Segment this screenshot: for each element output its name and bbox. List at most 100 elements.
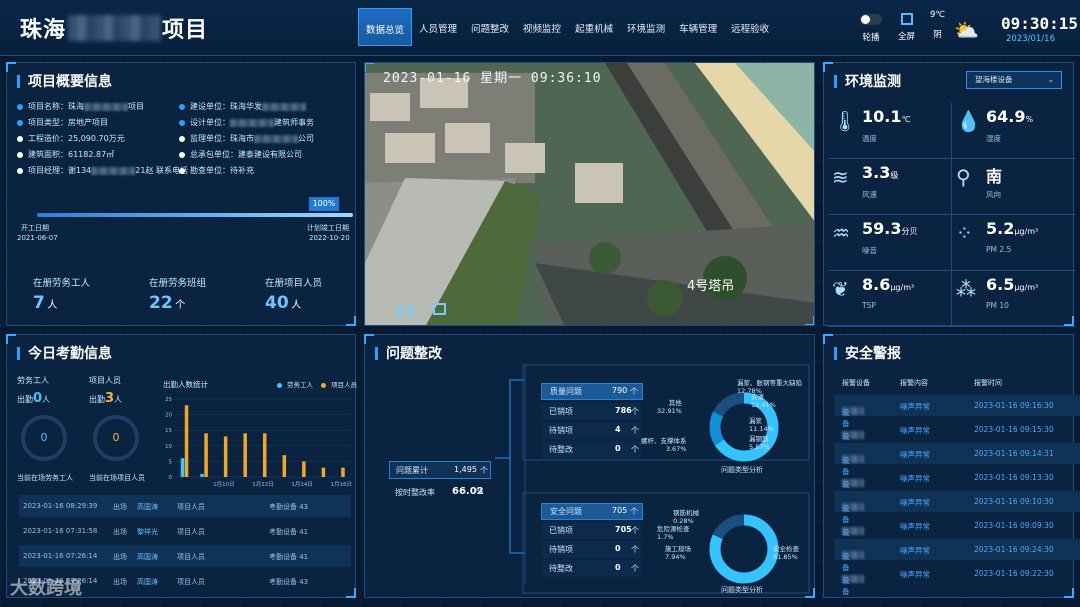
x-tick-label: 1月10日 — [213, 481, 235, 488]
wind-direction-icon: ⚲ — [956, 165, 971, 189]
panel-title: 环境监测 — [845, 74, 901, 90]
y-tick-label: 5 — [169, 459, 173, 465]
carousel-toggle[interactable]: 轮播 — [860, 10, 882, 43]
env-6: ❦ 8.6μg/m³ TSP — [828, 271, 952, 327]
overview-item: 工程造价：25,090.70万元 — [17, 133, 125, 144]
donut2-label: 施工现场 7.94% — [665, 545, 691, 561]
alarm-row[interactable]: 设备噪声异常2023-01-16 09:13:30 — [834, 467, 1080, 500]
alarm-row[interactable]: 设备噪声异常2023-01-16 09:09:30 — [834, 515, 1080, 548]
attendance-row: 2023-01-16 07:26:14 出场 高国涛 项目人员 考勤设备 41 — [19, 545, 351, 567]
fullscreen-video-icon[interactable] — [433, 303, 446, 315]
cloud-icon: ⛅ — [954, 18, 979, 42]
env-3: ⚲ 南 风向 — [952, 159, 1076, 215]
env-7: ⁂ 6.5μg/m³ PM 10 — [952, 271, 1076, 327]
fullscreen-icon — [900, 13, 913, 25]
nav-crane[interactable]: 起重机械 — [568, 8, 620, 46]
alarm-row[interactable]: 设备 噪声异常 2023-01-16 09:22:30 — [834, 563, 1080, 596]
nav-environment[interactable]: 环境监测 — [620, 8, 672, 46]
overview-item: 项目经理：谢134 21赵 联系电话 — [17, 165, 188, 176]
overview-item: 建设单位：珠海华发 — [179, 101, 306, 112]
x-tick-label: 1月12日 — [252, 481, 274, 488]
pause-icon[interactable]: ❚❚ — [395, 303, 415, 317]
pm10-icon: ⁂ — [956, 277, 976, 301]
issues-panel: 问题整改 问题累计 1,495 个 按时整改率 66.02 % 质量问题 790… — [364, 334, 815, 598]
safety-issue-head: 安全问题 705 个 — [541, 503, 643, 520]
donut1-label: 漏钢筋 5.57% — [749, 435, 770, 451]
humidity-icon: 💧 — [956, 109, 981, 133]
bar-0-1 — [200, 473, 204, 477]
x-tick-label: 1月16日 — [330, 481, 352, 488]
donut1-label: 漏浆 11.14% — [749, 417, 774, 433]
overview-item: 勘查单位：待补充 — [179, 165, 254, 176]
video-frame — [365, 63, 814, 325]
issue-total-box: 问题累计 1,495 个 — [389, 461, 491, 479]
page-title: 珠海 项目 — [20, 12, 208, 44]
chart-title: 出勤人数统计 — [163, 380, 208, 389]
overview-item: 设计单位： 建筑师事务 — [179, 117, 314, 128]
safety-donut — [709, 514, 779, 584]
attendance-panel: 今日考勤信息 劳务工人 项目人员 出勤0人 出勤3人 0 0 当前在场劳务工人 … — [6, 334, 357, 598]
col-header: 报警设备 — [842, 379, 870, 387]
quality-row: 待整改 0 个 — [541, 441, 641, 458]
y-tick-label: 25 — [165, 397, 172, 403]
overview-item: 建筑面积：61182.87㎡ — [17, 149, 114, 160]
attendance-row: 2023-01-16 07:31:58 出场 黎祥光 项目人员 考勤设备 41 — [23, 527, 309, 536]
alarm-row[interactable]: 设备 噪声异常 2023-01-16 09:14:31 — [834, 443, 1080, 476]
redacted-text — [68, 15, 161, 41]
progress-percent: 100% — [309, 197, 339, 211]
clock-time: 09:30:15 — [1001, 14, 1079, 33]
main-nav: 数据总览 人员管理 问题整改 视频监控 起重机械 环境监测 车辆管理 远程验收 — [358, 8, 776, 46]
nav-issues[interactable]: 问题整改 — [464, 8, 516, 46]
stat-label: 在册项目人员 — [265, 278, 323, 289]
bar-1-0 — [184, 405, 189, 477]
attendance-row: 2023-01-16 08:29:39 出场 高国涛 项目人员 考勤设备 43 — [19, 495, 351, 517]
video-panel[interactable]: 2023-01-16 星期一 09:36:10 4号塔吊 ❚❚ — [364, 62, 815, 326]
video-camera-label: 4号塔吊 — [687, 279, 735, 294]
noise-icon: ♒ — [832, 221, 850, 245]
nav-vehicles[interactable]: 车辆管理 — [672, 8, 724, 46]
fullscreen-button[interactable]: 全屏 — [898, 10, 915, 42]
stat-label: 在册劳务工人 — [33, 278, 91, 289]
env-1: 💧 64.9% 湿度 — [952, 103, 1076, 159]
panel-title: 项目概要信息 — [28, 74, 112, 90]
overview-item: 项目类型：房地产项目 — [17, 117, 108, 128]
toggle-switch[interactable] — [860, 14, 882, 25]
overview-item: 监理单位：珠海市 公司 — [179, 133, 314, 144]
device-select[interactable]: 望海楼设备 ⌄ — [966, 71, 1062, 89]
alarm-row[interactable]: 设备 噪声异常 2023-01-16 09:10:30 — [834, 491, 1080, 524]
donut2-label: 钢筋机械 0.28% — [673, 509, 699, 525]
alarm-row[interactable]: 设备 噪声异常 2023-01-16 09:24:30 — [834, 539, 1080, 572]
env-5: ⁘ 5.2μg/m³ PM 2.5 — [952, 215, 1076, 271]
x-tick-label: 1月14日 — [291, 481, 313, 488]
stat-value: 40 人 — [265, 293, 302, 313]
safety-row: 待整改 0 个 — [541, 560, 641, 577]
safety-row: 待销项 0 个 — [541, 541, 641, 558]
alarm-row[interactable]: 设备噪声异常2023-01-16 09:15:30 — [834, 419, 1080, 452]
top-header: 珠海 项目 数据总览 人员管理 问题整改 视频监控 起重机械 环境监测 车辆管理… — [0, 0, 1080, 56]
alarm-row[interactable]: 设备 噪声异常 2023-01-16 09:16:30 — [834, 395, 1080, 428]
overview-item: 总承包单位：建泰建设有限公司 — [179, 149, 302, 160]
chevron-down-icon: ⌄ — [1047, 75, 1054, 84]
nav-overview[interactable]: 数据总览 — [358, 8, 413, 46]
env-0: 🌡 10.1℃ 温度 — [828, 103, 952, 159]
overview-item: 项目名称：珠海 项目 — [17, 101, 144, 112]
donut1-label: 螺杆、支撑体系 3.67% — [641, 437, 687, 453]
donut1-label: 夹渣 12.41% — [751, 393, 776, 409]
quality-row: 待销项 4 个 — [541, 422, 641, 439]
stat-label: 在册劳务班组 — [149, 278, 207, 289]
nav-acceptance[interactable]: 远程验收 — [724, 8, 776, 46]
video-timestamp: 2023-01-16 星期一 09:36:10 — [383, 71, 602, 86]
ring-workers: 0 — [21, 415, 67, 461]
nav-personnel[interactable]: 人员管理 — [412, 8, 464, 46]
nav-video[interactable]: 视频监控 — [516, 8, 568, 46]
overview-panel: 项目概要信息 项目名称：珠海 项目 建设单位：珠海华发项目类型：房地产项目 设计单位：… — [6, 62, 356, 326]
y-tick-label: 20 — [165, 413, 172, 419]
bar-1-5 — [282, 455, 287, 477]
donut1-label: 其他 32.91% — [657, 399, 682, 415]
wind-icon: ≋ — [832, 165, 849, 189]
ring-staff: 0 — [93, 415, 139, 461]
stat-value: 22 个 — [149, 293, 186, 313]
quality-issue-head: 质量问题 790 个 — [541, 383, 643, 400]
y-tick-label: 0 — [169, 475, 173, 481]
bar-1-6 — [302, 461, 306, 477]
